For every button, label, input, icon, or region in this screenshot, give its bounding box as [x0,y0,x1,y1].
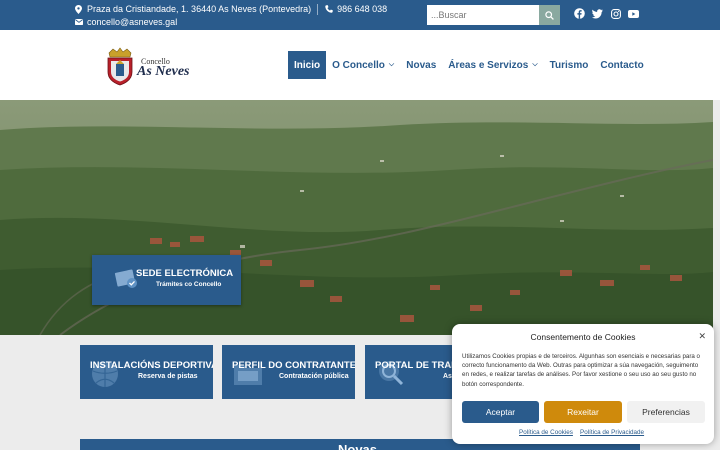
card-instalacions-deportivas[interactable]: INSTALACIÓNS DEPORTIVAS Reserva de pista… [80,345,213,399]
cookie-title: Consentemento de Cookies [530,332,636,342]
location-pin-icon [74,4,83,14]
twitter-icon[interactable] [592,8,603,19]
close-icon[interactable]: ✕ [698,331,706,342]
search-input[interactable] [427,5,539,25]
address-text: Praza da Cristiandade, 1. 36440 As Neves… [87,4,312,14]
nav-item-o-concello[interactable]: O Concello ⌵ [326,51,400,79]
cookie-consent-dialog: Consentemento de Cookies ✕ Utilizamos Co… [452,324,714,444]
privacy-policy-link[interactable]: Política de Privacidade [580,429,644,436]
social-links [574,8,639,19]
cookie-body-text: Utilizamos Cookies propias e de terceiro… [462,353,701,388]
contact-info: Praza da Cristiandade, 1. 36440 As Neves… [74,3,387,28]
cookie-policy-link[interactable]: Política de Cookies [519,429,573,436]
nav-item-areas-e-servizos[interactable]: Áreas e Servizos ⌵ [442,51,543,79]
card-title: PERFIL DO CONTRATANTE [232,360,355,371]
top-bar: Praza da Cristiandade, 1. 36440 As Neves… [0,0,720,30]
sede-subtitle: Trámites co Concello [156,281,222,288]
facebook-icon[interactable] [574,8,585,19]
card-portal-de-transparencia[interactable]: PORTAL DE TRANSP As [365,345,460,399]
envelope-icon [74,18,83,27]
instagram-icon[interactable] [610,8,621,19]
novas-heading: Novas [338,442,378,450]
accept-button[interactable]: Aceptar [462,401,539,423]
site-logo[interactable]: Concello As Neves [105,44,190,88]
card-subtitle: As [443,373,452,380]
sede-electronica-button[interactable]: SEDE ELECTRÓNICA Trámites co Concello [92,255,241,305]
divider [317,3,319,15]
youtube-icon[interactable] [628,8,639,19]
card-title: PORTAL DE TRANSP [375,360,460,371]
phone-link[interactable]: 986 648 038 [337,4,387,14]
email-link[interactable]: concello@asneves.gal [87,17,177,27]
search-icon [545,10,554,20]
nav-item-inicio[interactable]: Inicio [288,51,327,79]
phone-icon [324,5,333,14]
logo-title: As Neves [137,64,190,79]
main-nav: Inicio O Concello ⌵ Novas Áreas e Servizo… [288,51,650,79]
chevron-down-icon: ⌵ [388,61,395,68]
card-subtitle: Reserva de pistas [138,373,198,380]
nav-item-turismo[interactable]: Turismo [544,51,595,79]
coat-of-arms-icon [107,47,133,86]
card-perfil-do-contratante[interactable]: PERFIL DO CONTRATANTE Contratación públi… [222,345,355,399]
card-subtitle: Contratación pública [279,373,349,380]
sede-title: SEDE ELECTRÓNICA [136,268,234,279]
chevron-down-icon: ⌵ [532,61,538,68]
preferences-button[interactable]: Preferencias [627,401,705,423]
nav-item-novas[interactable]: Novas [400,51,442,79]
card-title: INSTALACIÓNS DEPORTIVAS [90,360,213,371]
reject-button[interactable]: Rexeitar [544,401,622,423]
nav-item-contacto[interactable]: Contacto [594,51,649,79]
search-form [427,5,560,25]
search-button[interactable] [539,5,560,25]
